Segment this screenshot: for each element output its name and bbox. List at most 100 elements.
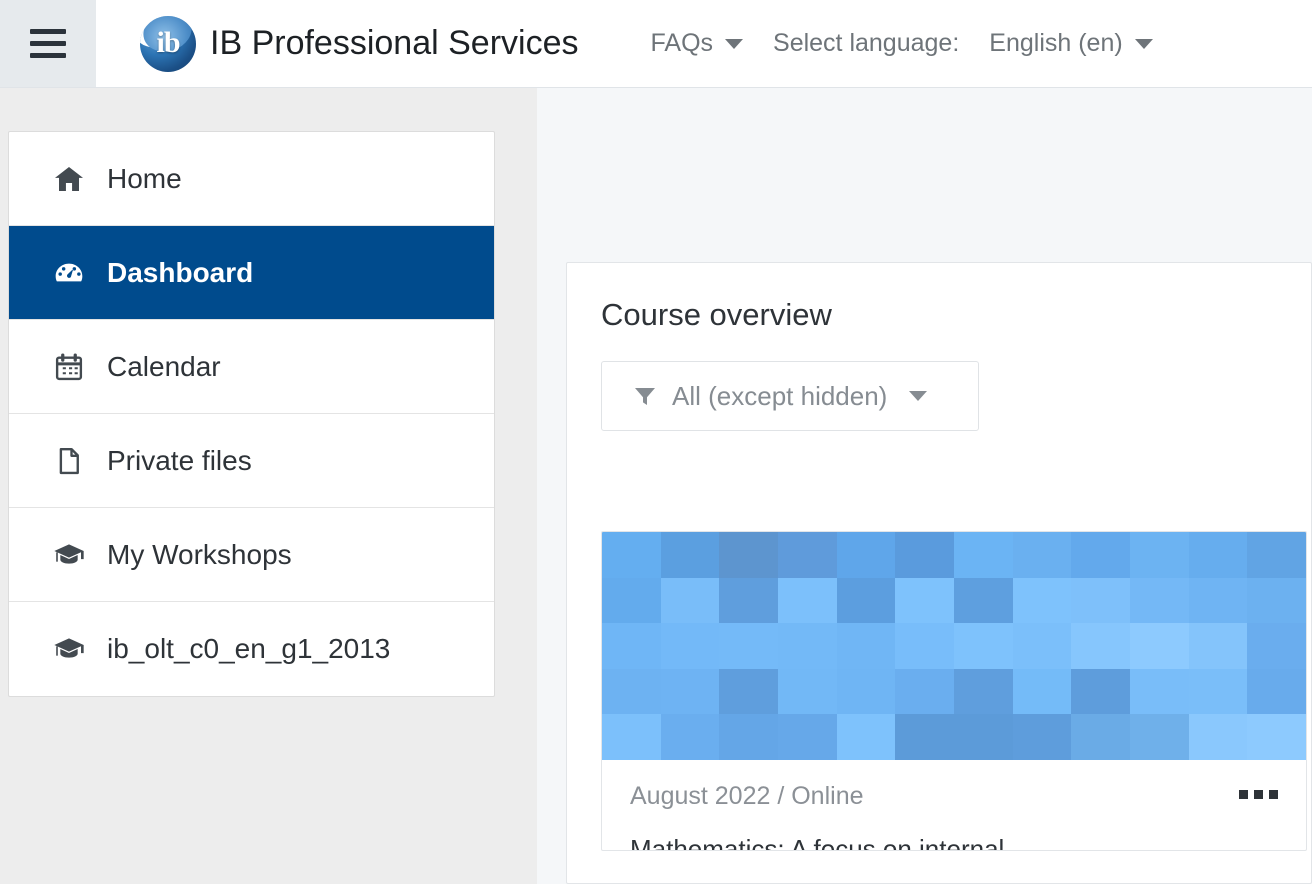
chevron-down-icon <box>725 38 744 49</box>
sidebar-item-label: Dashboard <box>107 256 254 288</box>
course-card[interactable]: August 2022 / Online Mathematics: A focu… <box>601 531 1307 851</box>
thumbnail-tile <box>602 668 661 715</box>
thumbnail-tile <box>895 532 954 578</box>
course-thumbnail <box>602 532 1306 760</box>
thumbnail-tile <box>1012 623 1072 669</box>
sidebar-nav-card: Home Dashboard Calendar Private files My… <box>8 131 495 697</box>
logo-letters: ib <box>156 25 180 59</box>
thumbnail-tile <box>1188 623 1248 669</box>
course-card-menu-button[interactable] <box>1233 784 1284 805</box>
sidebar-item-label: Private files <box>107 444 252 476</box>
site-header: ib IB Professional Services FAQs Select … <box>0 0 1312 88</box>
thumbnail-tile <box>895 577 954 624</box>
sidebar-item-label: Calendar <box>107 350 221 382</box>
funnel-icon <box>632 384 658 408</box>
thumbnail-tile <box>602 623 661 669</box>
thumbnail-tile <box>1012 532 1072 578</box>
thumbnail-tile <box>954 532 1013 578</box>
thumbnail-tile <box>778 577 837 624</box>
course-meta: August 2022 / Online <box>630 782 864 810</box>
thumbnail-tile <box>1247 532 1306 578</box>
thumbnail-tile <box>719 577 778 624</box>
thumbnail-tile <box>1247 668 1306 715</box>
thumbnail-tile <box>1071 623 1130 669</box>
sidebar-item-dashboard[interactable]: Dashboard <box>9 226 494 320</box>
sidebar-item-home[interactable]: Home <box>9 132 494 226</box>
thumbnail-tile <box>895 623 954 669</box>
sidebar-item-private-files[interactable]: Private files <box>9 414 494 508</box>
thumbnail-tile <box>1130 668 1189 715</box>
header-nav: FAQs Select language: English (en) <box>651 29 1153 58</box>
thumbnail-tile <box>1071 577 1130 624</box>
sidebar-item-course[interactable]: ib_olt_c0_en_g1_2013 <box>9 602 494 696</box>
thumbnail-tile <box>719 623 778 669</box>
thumbnail-tile <box>1247 714 1306 760</box>
chevron-down-icon <box>1134 38 1153 49</box>
chevron-down-icon <box>909 391 928 401</box>
dashboard-icon <box>53 257 85 289</box>
content-region: Course overview All (except hidden) Augu… <box>537 88 1312 884</box>
language-menu[interactable]: English (en) <box>989 29 1153 58</box>
language-value: English (en) <box>989 29 1123 57</box>
thumbnail-tile <box>954 668 1013 715</box>
thumbnail-tile <box>836 623 896 669</box>
faqs-label: FAQs <box>650 29 714 57</box>
course-card-body: August 2022 / Online Mathematics: A focu… <box>602 760 1306 850</box>
thumbnail-tile <box>1012 668 1072 715</box>
page-title: Course overview <box>601 297 832 332</box>
thumbnail-tile <box>602 577 661 624</box>
thumbnail-tile <box>954 577 1013 624</box>
graduation-cap-icon <box>53 539 85 571</box>
thumbnail-tile <box>1071 668 1130 715</box>
site-brand-link[interactable]: ib IB Professional Services <box>140 15 579 72</box>
course-overview-panel: Course overview All (except hidden) Augu… <box>566 262 1312 884</box>
hamburger-icon-bar <box>30 41 66 46</box>
thumbnail-tile <box>954 623 1013 669</box>
thumbnail-tile <box>1012 577 1072 624</box>
thumbnail-tile <box>719 668 778 715</box>
course-filter-dropdown[interactable]: All (except hidden) <box>601 361 979 431</box>
thumbnail-tile <box>660 623 720 669</box>
thumbnail-tile <box>1130 714 1189 760</box>
thumbnail-tile <box>1012 714 1072 760</box>
menu-toggle-button[interactable] <box>0 0 96 87</box>
thumbnail-tile <box>778 668 837 715</box>
course-name[interactable]: Mathematics: A focus on internal assessm… <box>630 827 1150 850</box>
graduation-cap-icon <box>53 633 85 665</box>
thumbnail-tile <box>1188 577 1248 624</box>
hamburger-icon <box>30 29 66 34</box>
thumbnail-tile <box>1130 577 1189 624</box>
thumbnail-tile <box>836 714 896 760</box>
thumbnail-tile <box>1247 623 1306 669</box>
sidebar-item-calendar[interactable]: Calendar <box>9 320 494 414</box>
thumbnail-tile <box>836 577 896 624</box>
thumbnail-tile <box>1247 577 1306 624</box>
thumbnail-tile <box>895 668 954 715</box>
sidebar-item-label: Home <box>107 162 182 194</box>
sidebar-region: Home Dashboard Calendar Private files My… <box>0 88 537 884</box>
thumbnail-tile <box>836 532 896 578</box>
faqs-menu[interactable]: FAQs <box>651 29 744 58</box>
sidebar-item-my-workshops[interactable]: My Workshops <box>9 508 494 602</box>
thumbnail-tile <box>719 532 778 578</box>
language-label: Select language: <box>773 29 960 57</box>
page-body: Home Dashboard Calendar Private files My… <box>0 88 1312 884</box>
thumbnail-tile <box>660 532 720 578</box>
thumbnail-tile <box>660 668 720 715</box>
thumbnail-tile <box>778 714 837 760</box>
thumbnail-tile <box>778 532 837 578</box>
thumbnail-tile <box>1188 714 1248 760</box>
ellipsis-icon-dot <box>1269 790 1278 799</box>
thumbnail-tile <box>778 623 837 669</box>
home-icon <box>53 163 85 195</box>
ellipsis-icon <box>1239 790 1248 799</box>
thumbnail-tile <box>660 714 720 760</box>
calendar-icon <box>53 351 85 383</box>
thumbnail-tile <box>1188 532 1248 578</box>
sidebar-item-label: My Workshops <box>107 538 292 570</box>
thumbnail-tile <box>1130 623 1189 669</box>
thumbnail-tile <box>602 532 661 578</box>
hamburger-icon-bar <box>30 53 66 58</box>
sidebar-item-label: ib_olt_c0_en_g1_2013 <box>107 633 391 664</box>
thumbnail-tile <box>602 714 661 760</box>
